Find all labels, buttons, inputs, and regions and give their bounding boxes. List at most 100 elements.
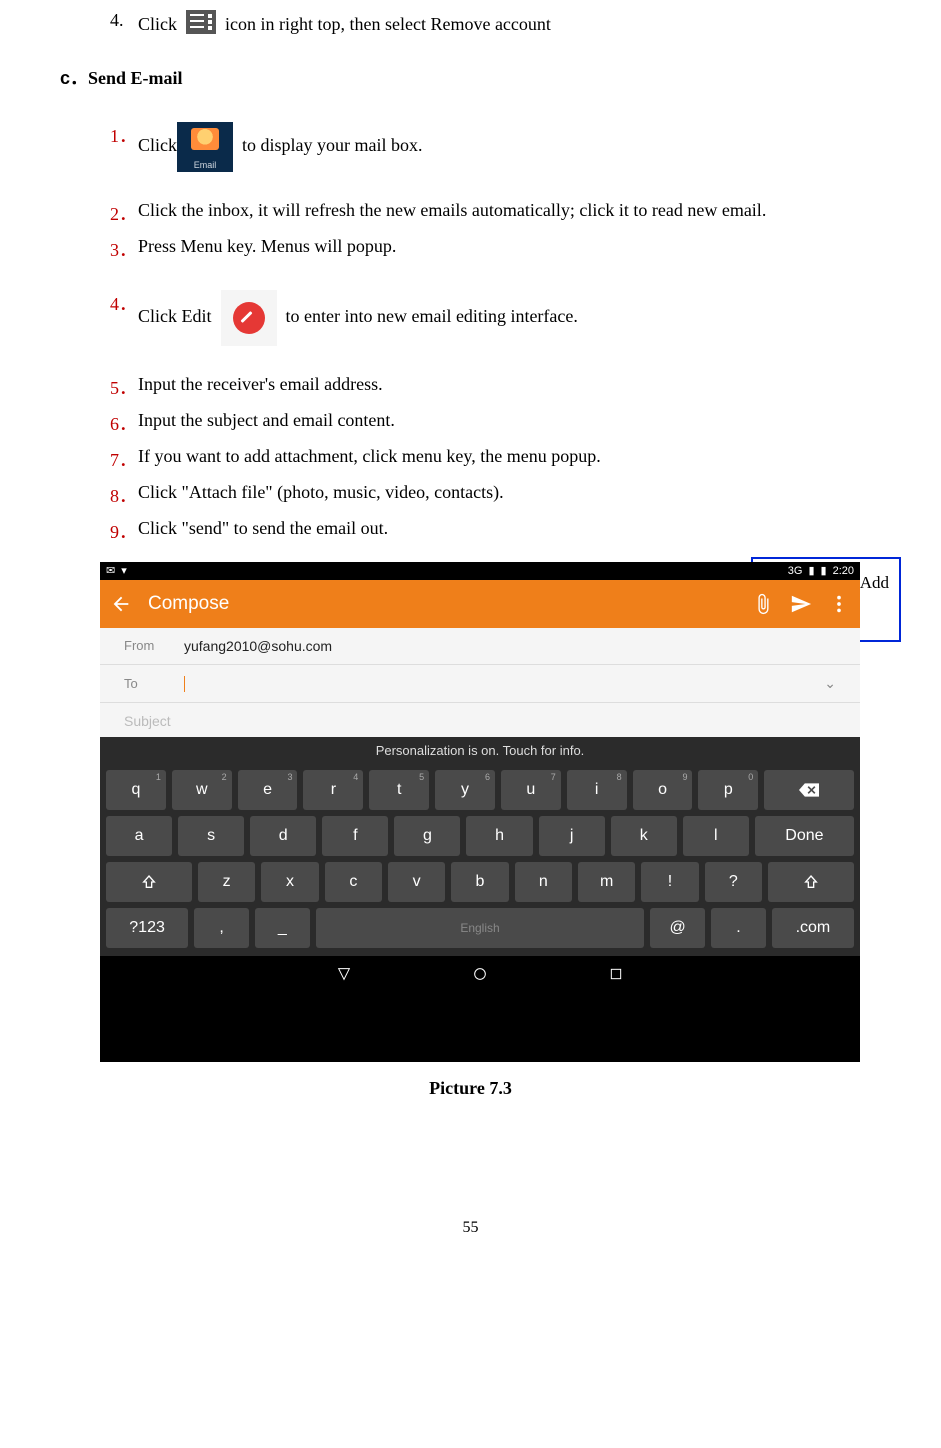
list-item-c7: 7． If you want to add attachment, click … [110,446,881,472]
key-e[interactable]: e3 [238,770,298,810]
key-![interactable]: ! [641,862,698,902]
list-number: 4． [110,290,138,316]
list-text: Input the subject and email content. [138,410,881,431]
status-notif-icon: ▾ [121,564,127,577]
key-_[interactable]: _ [255,908,310,948]
key-b[interactable]: b [451,862,508,902]
nav-back-icon[interactable] [336,966,352,982]
key-?[interactable]: ? [705,862,762,902]
key-shift-left[interactable] [106,862,192,902]
chevron-down-icon[interactable]: ⌄ [824,675,836,692]
list-text: If you want to add attachment, click men… [138,446,881,467]
key-v[interactable]: v [388,862,445,902]
list-item-c1: 1． Click to display your mail box. [110,122,881,172]
appbar-title: Compose [148,593,736,615]
key-Done[interactable]: Done [755,816,854,856]
compose-form: From yufang2010@sohu.com To ⌄ Subject [100,628,860,737]
status-mail-icon: ✉ [106,564,115,577]
list-item-c8: 8． Click "Attach file" (photo, music, vi… [110,482,881,508]
key-o[interactable]: o9 [633,770,693,810]
app-bar: Compose [100,580,860,628]
list-item-c2: 2． Click the inbox, it will refresh the … [110,200,881,226]
list-item-c9: 9． Click "send" to send the email out. [110,518,881,544]
overflow-menu-icon[interactable] [828,593,850,615]
list-number: 1． [110,122,138,148]
list-text: Press Menu key. Menus will popup. [138,236,881,257]
list-number: 9． [110,518,138,544]
menu-icon [186,10,216,34]
list-number: 3． [110,236,138,262]
list-number: 5． [110,374,138,400]
from-field[interactable]: From yufang2010@sohu.com [100,628,860,665]
key-k[interactable]: k [611,816,677,856]
compose-edit-icon [221,290,277,346]
list-number: 7． [110,446,138,472]
list-text: Click "Attach file" (photo, music, video… [138,482,881,503]
key-z[interactable]: z [198,862,255,902]
key-u[interactable]: u7 [501,770,561,810]
key-s[interactable]: s [178,816,244,856]
subject-field[interactable]: Subject [100,703,860,737]
key-h[interactable]: h [466,816,532,856]
status-battery-icon: ▮ [821,564,827,577]
figure-caption: Picture 7.3 [60,1078,881,1099]
status-bar: ✉ ▾ 3G ▮ ▮ 2:20 [100,562,860,580]
key-r[interactable]: r4 [303,770,363,810]
key-m[interactable]: m [578,862,635,902]
list-item-c6: 6． Input the subject and email content. [110,410,881,436]
status-time: 2:20 [833,565,854,577]
key-f[interactable]: f [322,816,388,856]
list-text: Click the inbox, it will refresh the new… [138,200,881,221]
list-item-c4: 4． Click Edit to enter into new email ed… [110,290,881,346]
key-y[interactable]: y6 [435,770,495,810]
key-c[interactable]: c [325,862,382,902]
list-text: Click icon in right top, then select Rem… [138,10,881,35]
key-@[interactable]: @ [650,908,705,948]
list-number: 8． [110,482,138,508]
embedded-screenshot: ✉ ▾ 3G ▮ ▮ 2:20 Compose [100,562,860,1062]
list-item-c5: 5． Input the receiver's email address. [110,374,881,400]
list-text: Input the receiver's email address. [138,374,881,395]
key-p[interactable]: p0 [698,770,758,810]
back-icon[interactable] [110,593,132,615]
key-i[interactable]: i8 [567,770,627,810]
nav-home-icon[interactable] [472,966,488,982]
status-network: 3G [788,565,803,577]
send-icon[interactable] [790,593,812,615]
key-shift-right[interactable] [768,862,854,902]
key-w[interactable]: w2 [172,770,232,810]
key-t[interactable]: t5 [369,770,429,810]
to-field[interactable]: To ⌄ [100,665,860,703]
list-number: 2． [110,200,138,226]
key-,[interactable]: , [194,908,249,948]
list-number: 4. [110,10,138,31]
status-signal-icon: ▮ [808,564,814,577]
key-n[interactable]: n [515,862,572,902]
section-heading: c．Send E-mail [60,63,881,94]
list-item-c3: 3． Press Menu key. Menus will popup. [110,236,881,262]
key-q[interactable]: q1 [106,770,166,810]
page-number: 55 [60,1219,881,1237]
key-.com[interactable]: .com [772,908,854,948]
list-text: Click Edit to enter into new email editi… [138,290,881,346]
key-g[interactable]: g [394,816,460,856]
list-text: Click "send" to send the email out. [138,518,881,539]
android-nav-bar [100,956,860,992]
key-d[interactable]: d [250,816,316,856]
attach-icon[interactable] [752,593,774,615]
key-English[interactable]: English [316,908,645,948]
soft-keyboard: q1w2e3r4t5y6u7i8o9p0 asdfghjklDone zxcvb… [100,764,860,956]
key-l[interactable]: l [683,816,749,856]
text-cursor [184,676,185,692]
list-text: Click to display your mail box. [138,122,881,172]
key-backspace[interactable] [764,770,854,810]
key-a[interactable]: a [106,816,172,856]
keyboard-info-bar[interactable]: Personalization is on. Touch for info. [100,737,860,764]
key-?123[interactable]: ?123 [106,908,188,948]
key-x[interactable]: x [261,862,318,902]
list-item-b4: 4. Click icon in right top, then select … [110,10,881,35]
nav-recent-icon[interactable] [608,966,624,982]
key-.[interactable]: . [711,908,766,948]
list-number: 6． [110,410,138,436]
key-j[interactable]: j [539,816,605,856]
